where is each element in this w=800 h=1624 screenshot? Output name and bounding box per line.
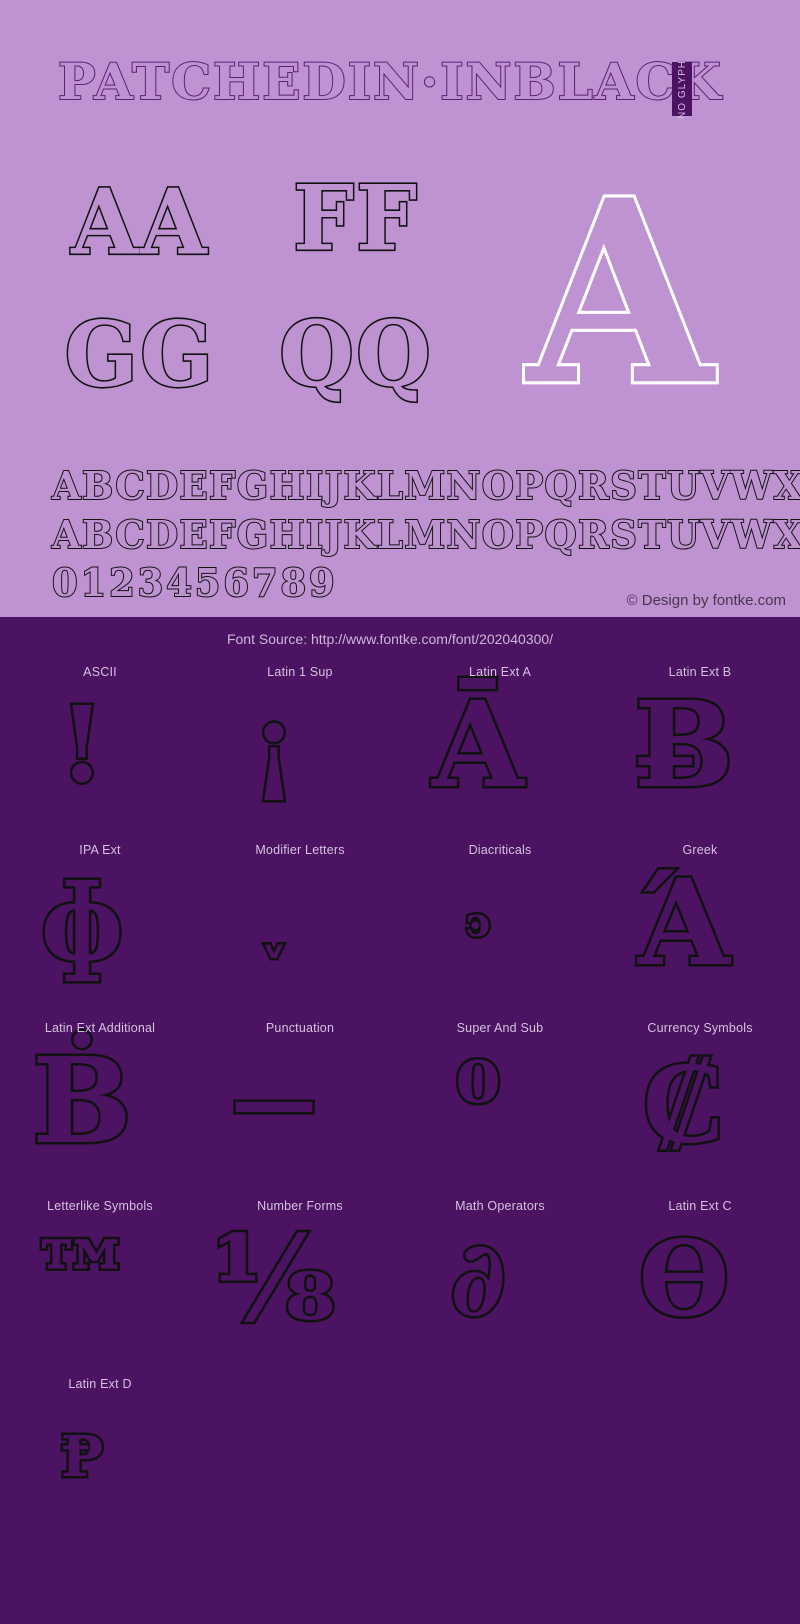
sample-glyph-gg: GG [63,301,216,408]
sample-cell-ff: FF [256,164,456,274]
sample-glyph-aa: AA [70,169,209,276]
sample-cell-gg: GG [40,300,240,410]
unicode-block-label: ASCII [83,665,117,679]
sample-cell-large-a: A [470,160,770,425]
unicode-block-label: IPA Ext [79,843,121,857]
unicode-block-modifier-letters: Modifier Letters ˬ [200,831,400,1009]
unicode-block-glyph: ɸ [38,861,126,984]
unicode-block-glyph: Ά [636,853,733,992]
unicode-block-label: Latin Ext C [668,1199,732,1213]
unicode-block-label: Number Forms [257,1199,343,1213]
unicode-block-glyph-wrap: ͽ [378,837,578,1009]
unicode-block-glyph: Ƀ [632,675,737,814]
unicode-block-latin-1-sup: Latin 1 Sup ¡ [200,653,400,831]
no-glyph-badge: NO GLYPH [672,59,692,119]
unicode-block-diacriticals: Diacriticals ͽ [400,831,600,1009]
unicode-block-glyph: ⅛ [210,1209,337,1348]
font-source-link[interactable]: Font Source: http://www.fontke.com/font/… [0,631,800,647]
no-glyph-badge-label: NO GLYPH [676,59,688,119]
unicode-block-latin-ext-additional: Latin Ext Additional Ḃ [0,1009,200,1187]
specimen-bottom-panel: Font Source: http://www.fontke.com/font/… [0,617,800,1624]
unicode-block-label: Greek [682,843,718,857]
unicode-block-glyph: ⁰ [453,1039,504,1162]
unicode-block-glyph: ! [57,683,108,806]
alphabet-block: ABCDEFGHIJKLMNOPQRSTUVWXYZ ABCDEFGHIJKLM… [51,462,800,608]
unicode-block-glyph: — [229,1050,320,1151]
unicode-block-glyph: ™ [28,1217,137,1340]
unicode-block-glyph-wrap: ™ [0,1193,182,1365]
unicode-block-glyph-wrap: ˬ [174,837,374,1009]
unicode-block-currency-symbols: Currency Symbols ₡ [600,1009,800,1187]
unicode-block-glyph-wrap: ¡ [174,659,374,831]
unicode-block-glyph-wrap: Ḃ [0,1015,182,1187]
unicode-block-ipa-ext: IPA Ext ɸ [0,831,200,1009]
unicode-block-latin-ext-b: Latin Ext B Ƀ [600,653,800,831]
unicode-block-glyph-wrap: ɸ [0,837,182,1009]
unicode-block-glyph: ˬ [258,890,291,956]
unicode-block-label: Punctuation [265,1021,335,1035]
alphabet-row-uppercase-2: ABCDEFGHIJKLMNOPQRSTUVWXYZ [51,511,800,558]
unicode-block-glyph-wrap: Ά [584,837,784,1009]
unicode-block-super-and-sub: Super And Sub ⁰ [400,1009,600,1187]
unicode-block-glyph: Ᵽ [58,1424,105,1490]
unicode-block-glyph: ͽ [463,899,492,946]
unicode-block-glyph-wrap: Ɵ [584,1193,784,1365]
unicode-block-glyph: ₡ [639,1031,729,1170]
alphabet-row-uppercase-1: ABCDEFGHIJKLMNOPQRSTUVWXYZ [51,462,800,509]
font-title-wrap: PATCHEDIN·INBLACK [57,46,722,118]
unicode-block-glyph: Ɵ [636,1217,732,1340]
unicode-block-latin-ext-c: Latin Ext C Ɵ [600,1187,800,1365]
unicode-block-label: Math Operators [455,1199,545,1213]
unicode-block-glyph-wrap: ∂ [378,1193,578,1365]
unicode-block-glyph-wrap: Ā [378,659,578,831]
unicode-block-glyph-wrap: ⅛ [174,1193,374,1365]
unicode-block-label: Latin 1 Sup [267,665,333,679]
unicode-block-glyph-wrap: ! [0,659,182,831]
sample-cell-qq: QQ [256,300,456,410]
unicode-block-glyph: ∂ [448,1217,509,1340]
unicode-block-label: Latin Ext D [68,1377,132,1391]
sample-glyph-grid: AA FF GG QQ A [0,160,800,425]
sample-glyph-large-a: A [524,144,716,441]
unicode-block-glyph: Ḃ [30,1031,135,1170]
unicode-block-glyph-wrap: ⁰ [378,1015,578,1187]
unicode-block-punctuation: Punctuation — [200,1009,400,1187]
page-title: PATCHEDIN·INBLACK [57,51,723,111]
unicode-block-math-operators: Math Operators ∂ [400,1187,600,1365]
sample-cell-aa: AA [40,168,240,278]
unicode-block-label: Modifier Letters [255,843,345,857]
unicode-block-label: Latin Ext B [668,665,732,679]
copyright-notice: © Design by fontke.com [626,592,786,609]
unicode-block-glyph-wrap: Ᵽ [0,1371,182,1543]
unicode-block-label: Letterlike Symbols [47,1199,153,1213]
unicode-block-number-forms: Number Forms ⅛ [200,1187,400,1365]
unicode-block-label: Currency Symbols [647,1021,753,1035]
unicode-block-glyph: Ā [430,675,527,814]
unicode-block-ascii: ASCII ! [0,653,200,831]
unicode-block-label: Diacriticals [468,843,532,857]
unicode-block-glyph-wrap: — [174,1015,374,1187]
unicode-block-latin-ext-a: Latin Ext A Ā [400,653,600,831]
unicode-block-label: Super And Sub [456,1021,544,1035]
unicode-block-label: Latin Ext Additional [44,1021,156,1035]
unicode-block-greek: Greek Ά [600,831,800,1009]
specimen-top-panel: PATCHEDIN·INBLACK NO GLYPH AA FF GG QQ A… [0,0,800,617]
unicode-block-glyph-wrap: Ƀ [584,659,784,831]
unicode-block-letterlike-symbols: Letterlike Symbols ™ [0,1187,200,1365]
unicode-block-latin-ext-d: Latin Ext D Ᵽ [0,1365,200,1543]
unicode-block-label: Latin Ext A [469,665,531,679]
sample-glyph-ff: FF [291,165,420,272]
unicode-block-glyph-wrap: ₡ [584,1015,784,1187]
unicode-block-grid: ASCII ! Latin 1 Sup ¡ Latin Ext A Ā Lati… [0,653,800,1543]
unicode-block-glyph: ¡ [249,683,300,806]
sample-glyph-qq: QQ [278,301,433,408]
